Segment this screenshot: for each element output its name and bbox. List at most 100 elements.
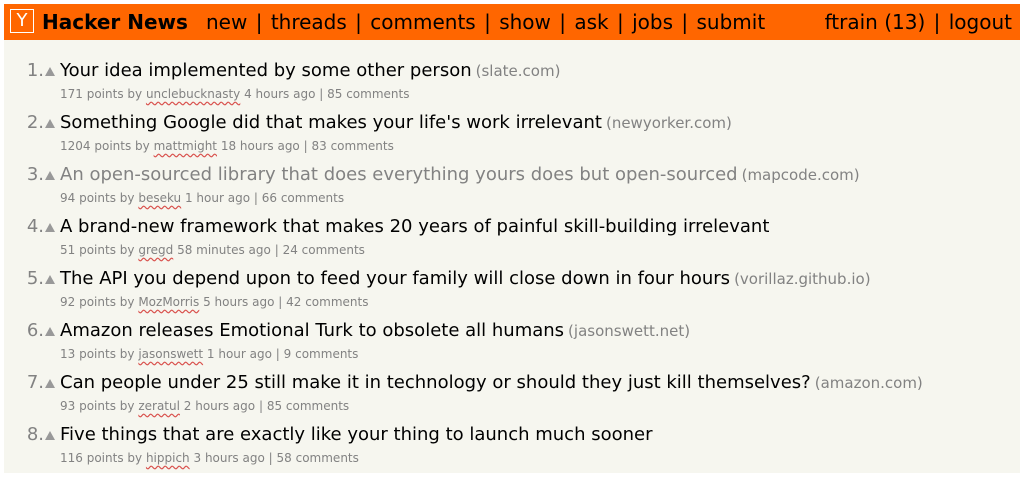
story-site[interactable]: (slate.com): [476, 62, 561, 80]
upvote-arrow-icon[interactable]: [45, 171, 55, 180]
story-title-link[interactable]: An open-sourced library that does everyt…: [60, 164, 738, 185]
story-title-line: Amazon releases Emotional Turk to obsole…: [60, 319, 690, 343]
story-site[interactable]: (vorillaz.github.io): [734, 270, 870, 288]
upvote-arrow-icon[interactable]: [45, 275, 55, 284]
story-title-line: An open-sourced library that does everyt…: [60, 163, 860, 187]
story-points: 1204 points: [60, 139, 132, 153]
story-site[interactable]: (amazon.com): [815, 374, 923, 392]
story-user-link[interactable]: gregd: [138, 243, 173, 257]
story-by-label: by: [127, 451, 143, 465]
story-item: 8. Five things that are exactly like your…: [4, 423, 1020, 475]
story-item: 3. An open-sourced library that does ever…: [4, 163, 1020, 215]
story-user-link[interactable]: hippich: [146, 451, 190, 465]
story-by-label: by: [119, 347, 135, 361]
subtext-separator: |: [303, 139, 308, 153]
story-rank: 8.: [26, 424, 44, 445]
story-subtext: 1204 points by mattmight 18 hours ago | …: [60, 138, 394, 154]
story-subtext: 51 points by gregd 58 minutes ago | 24 c…: [60, 242, 365, 258]
upvote-arrow-icon[interactable]: [45, 327, 55, 336]
story-title-line: Five things that are exactly like your t…: [60, 423, 653, 447]
subtext-separator: |: [275, 347, 280, 361]
story-comments-link[interactable]: 85 comments: [327, 87, 409, 101]
subtext-separator: |: [258, 399, 263, 413]
story-rank: 4.: [26, 216, 44, 237]
nav-submit-link[interactable]: submit: [696, 10, 765, 34]
story-title-link[interactable]: Amazon releases Emotional Turk to obsole…: [60, 320, 564, 341]
story-title-link[interactable]: A brand-new framework that makes 20 year…: [60, 216, 769, 237]
story-by-label: by: [135, 139, 150, 153]
story-age-link[interactable]: 5 hours ago: [203, 295, 274, 309]
upvote-arrow-icon[interactable]: [45, 67, 55, 76]
story-rank: 3.: [26, 164, 44, 185]
story-title-link[interactable]: The API you depend upon to feed your fam…: [60, 268, 730, 289]
story-age-link[interactable]: 58 minutes ago: [177, 243, 271, 257]
story-age-link[interactable]: 4 hours ago: [244, 87, 315, 101]
story-comments-link[interactable]: 9 comments: [284, 347, 359, 361]
story-rank: 6.: [26, 320, 44, 341]
story-subtext: 171 points by unclebucknasty 4 hours ago…: [60, 86, 409, 102]
story-title-line: Your idea implemented by some other pers…: [60, 59, 560, 83]
username-link[interactable]: ftrain: [825, 10, 878, 34]
story-title-line: Can people under 25 still make it in tec…: [60, 371, 923, 395]
nav-show-link[interactable]: show: [499, 10, 551, 34]
story-points: 93 points: [60, 399, 116, 413]
story-item: 5. The API you depend upon to feed your f…: [4, 267, 1020, 319]
story-title-link[interactable]: Your idea implemented by some other pers…: [60, 60, 472, 81]
upvote-arrow-icon[interactable]: [45, 431, 55, 440]
story-site[interactable]: (jasonswett.net): [568, 322, 690, 340]
story-comments-link[interactable]: 85 comments: [267, 399, 349, 413]
story-age-link[interactable]: 18 hours ago: [221, 139, 300, 153]
nav-separator: |: [255, 10, 263, 34]
story-comments-link[interactable]: 83 comments: [311, 139, 393, 153]
nav-threads-link[interactable]: threads: [271, 10, 347, 34]
story-site[interactable]: (mapcode.com): [742, 166, 860, 184]
story-points: 116 points: [60, 451, 124, 465]
nav-comments-link[interactable]: comments: [370, 10, 475, 34]
story-item: 4. A brand-new framework that makes 20 ye…: [4, 215, 1020, 267]
story-subtext: 116 points by hippich 3 hours ago | 58 c…: [60, 450, 359, 466]
story-age-link[interactable]: 1 hour ago: [185, 191, 250, 205]
story-rank: 2.: [26, 112, 44, 133]
story-comments-link[interactable]: 58 comments: [277, 451, 359, 465]
story-user-link[interactable]: MozMorris: [138, 295, 199, 309]
logout-link[interactable]: logout: [949, 10, 1012, 34]
story-points: 171 points: [60, 87, 124, 101]
story-user-link[interactable]: unclebucknasty: [146, 87, 240, 101]
story-title-line: Something Google did that makes your lif…: [60, 111, 732, 135]
story-title-link[interactable]: Can people under 25 still make it in tec…: [60, 372, 811, 393]
nav-separator: |: [616, 10, 624, 34]
story-by-label: by: [119, 191, 135, 205]
subtext-separator: |: [278, 295, 283, 309]
user-area: ftrain (13) | logout: [825, 9, 1012, 35]
story-item: 7. Can people under 25 still make it in t…: [4, 371, 1020, 423]
upvote-arrow-icon[interactable]: [45, 223, 55, 232]
story-comments-link[interactable]: 42 comments: [286, 295, 368, 309]
y-logo-icon[interactable]: Y: [10, 9, 34, 33]
nav-separator: |: [355, 10, 362, 34]
nav-ask-link[interactable]: ask: [574, 10, 608, 34]
story-age-link[interactable]: 1 hour ago: [207, 347, 272, 361]
story-title-link[interactable]: Something Google did that makes your lif…: [60, 112, 602, 133]
subtext-separator: |: [268, 451, 273, 465]
story-age-link[interactable]: 2 hours ago: [184, 399, 255, 413]
story-by-label: by: [127, 87, 143, 101]
story-comments-link[interactable]: 66 comments: [262, 191, 344, 205]
upvote-arrow-icon[interactable]: [45, 119, 55, 128]
story-user-link[interactable]: jasonswett: [138, 347, 203, 361]
upvote-arrow-icon[interactable]: [45, 379, 55, 388]
site-name-link[interactable]: Hacker News: [42, 9, 188, 35]
story-age-link[interactable]: 3 hours ago: [194, 451, 265, 465]
story-subtext: 92 points by MozMorris 5 hours ago | 42 …: [60, 294, 368, 310]
nav-jobs-link[interactable]: jobs: [632, 10, 673, 34]
story-points: 51 points: [60, 243, 116, 257]
story-subtext: 94 points by beseku 1 hour ago | 66 comm…: [60, 190, 344, 206]
story-user-link[interactable]: zeratul: [138, 399, 180, 413]
subtext-separator: |: [253, 191, 258, 205]
story-user-link[interactable]: beseku: [138, 191, 181, 205]
story-user-link[interactable]: mattmight: [154, 139, 217, 153]
story-comments-link[interactable]: 24 comments: [283, 243, 365, 257]
nav-new-link[interactable]: new: [206, 10, 247, 34]
story-site[interactable]: (newyorker.com): [606, 114, 732, 132]
story-title-link[interactable]: Five things that are exactly like your t…: [60, 424, 653, 445]
subtext-separator: |: [274, 243, 279, 257]
